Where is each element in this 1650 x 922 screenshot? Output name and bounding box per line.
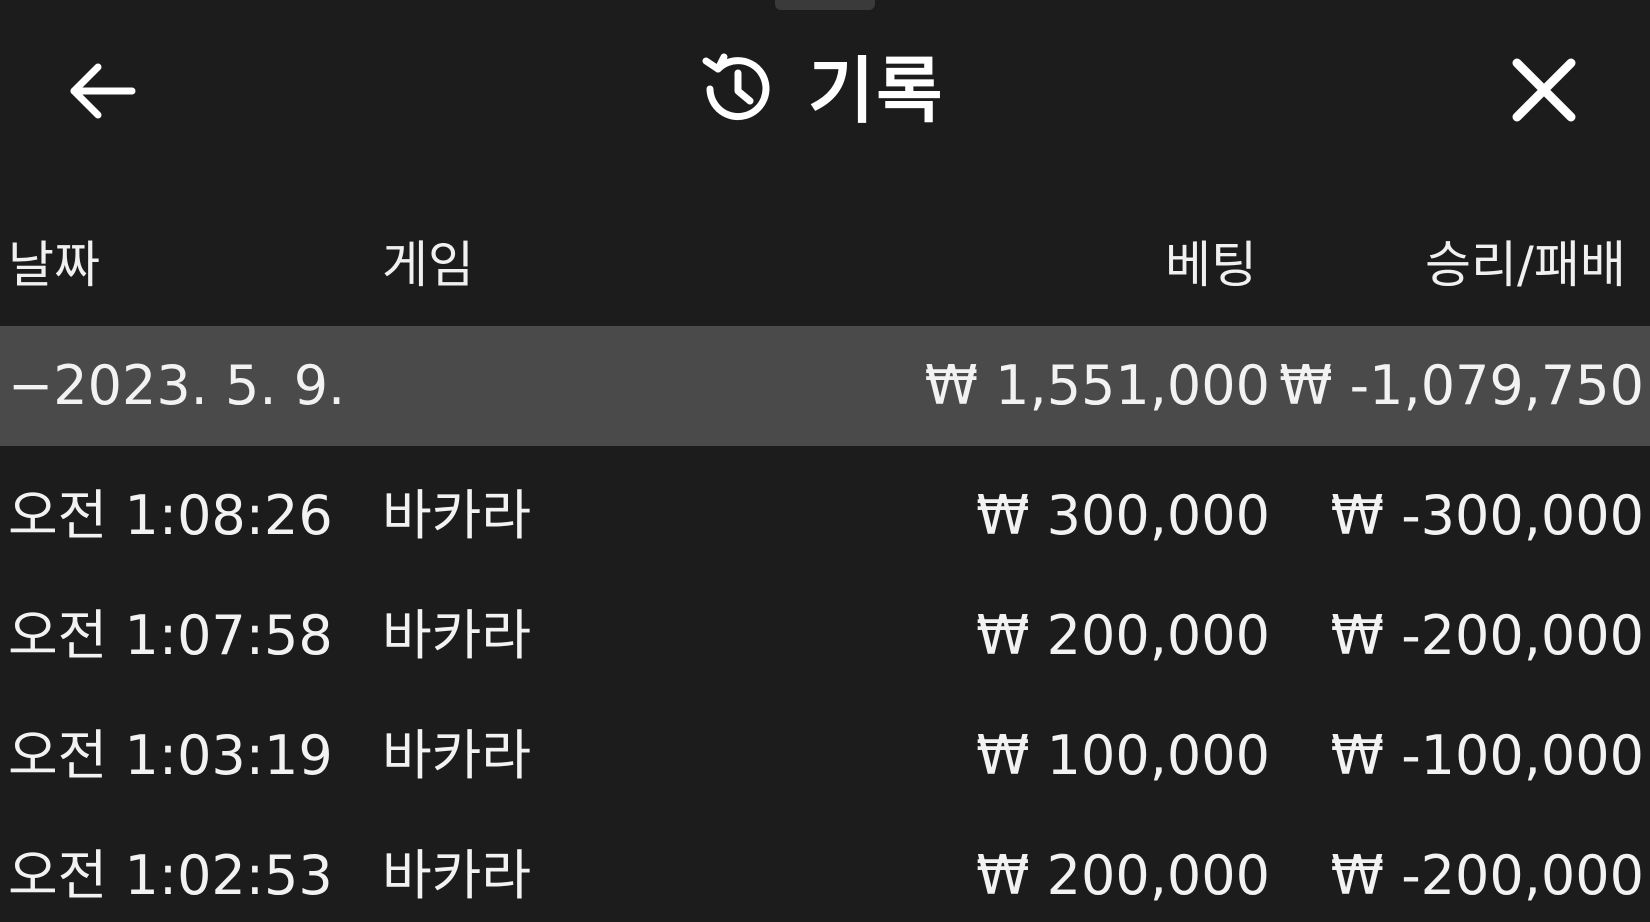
row-result: ₩ -300,000 (1330, 484, 1644, 547)
close-button[interactable] (1502, 52, 1586, 132)
header: 기록 (0, 0, 1650, 180)
row-time: 오전 1:03:19 (8, 724, 333, 787)
row-bet: ₩ 100,000 (976, 724, 1270, 787)
table-row[interactable]: 오전 1:07:58 바카라 ₩ 200,000 ₩ -200,000 (0, 576, 1650, 696)
history-panel: 기록 날짜 게임 베팅 승리/패배 −2023. 5. 9. ₩ 1,551,0… (0, 0, 1650, 922)
row-bet: ₩ 200,000 (976, 604, 1270, 667)
close-icon (1511, 57, 1577, 127)
row-game: 바카라 (382, 724, 532, 787)
row-time: 오전 1:02:53 (8, 844, 333, 907)
history-clock-icon (696, 49, 776, 133)
row-game: 바카라 (382, 484, 532, 547)
summary-date: −2023. 5. 9. (8, 354, 346, 417)
arrow-left-icon (66, 61, 138, 125)
row-bet: ₩ 200,000 (976, 844, 1270, 907)
row-result: ₩ -100,000 (1330, 724, 1644, 787)
row-game: 바카라 (382, 844, 532, 907)
table-row[interactable]: 오전 1:08:26 바카라 ₩ 300,000 ₩ -300,000 (0, 456, 1650, 576)
table-row[interactable]: 오전 1:02:53 바카라 ₩ 200,000 ₩ -200,000 (0, 816, 1650, 922)
title-group: 기록 (696, 46, 944, 136)
row-result: ₩ -200,000 (1330, 604, 1644, 667)
row-time: 오전 1:08:26 (8, 484, 333, 547)
summary-bet: ₩ 1,551,000 (924, 354, 1270, 417)
row-result: ₩ -200,000 (1330, 844, 1644, 907)
summary-result: ₩ -1,079,750 (1279, 354, 1644, 417)
row-time: 오전 1:07:58 (8, 604, 333, 667)
column-header-result[interactable]: 승리/패배 (1425, 230, 1626, 300)
back-button[interactable] (60, 55, 144, 131)
summary-row[interactable]: −2023. 5. 9. ₩ 1,551,000 ₩ -1,079,750 (0, 326, 1650, 446)
table-row[interactable]: 오전 1:03:19 바카라 ₩ 100,000 ₩ -100,000 (0, 696, 1650, 816)
row-game: 바카라 (382, 604, 532, 667)
column-header-game[interactable]: 게임 (382, 230, 474, 300)
column-header-bet[interactable]: 베팅 (1165, 230, 1257, 300)
row-bet: ₩ 300,000 (976, 484, 1270, 547)
page-title: 기록 (808, 49, 945, 133)
column-header-date[interactable]: 날짜 (8, 230, 100, 300)
